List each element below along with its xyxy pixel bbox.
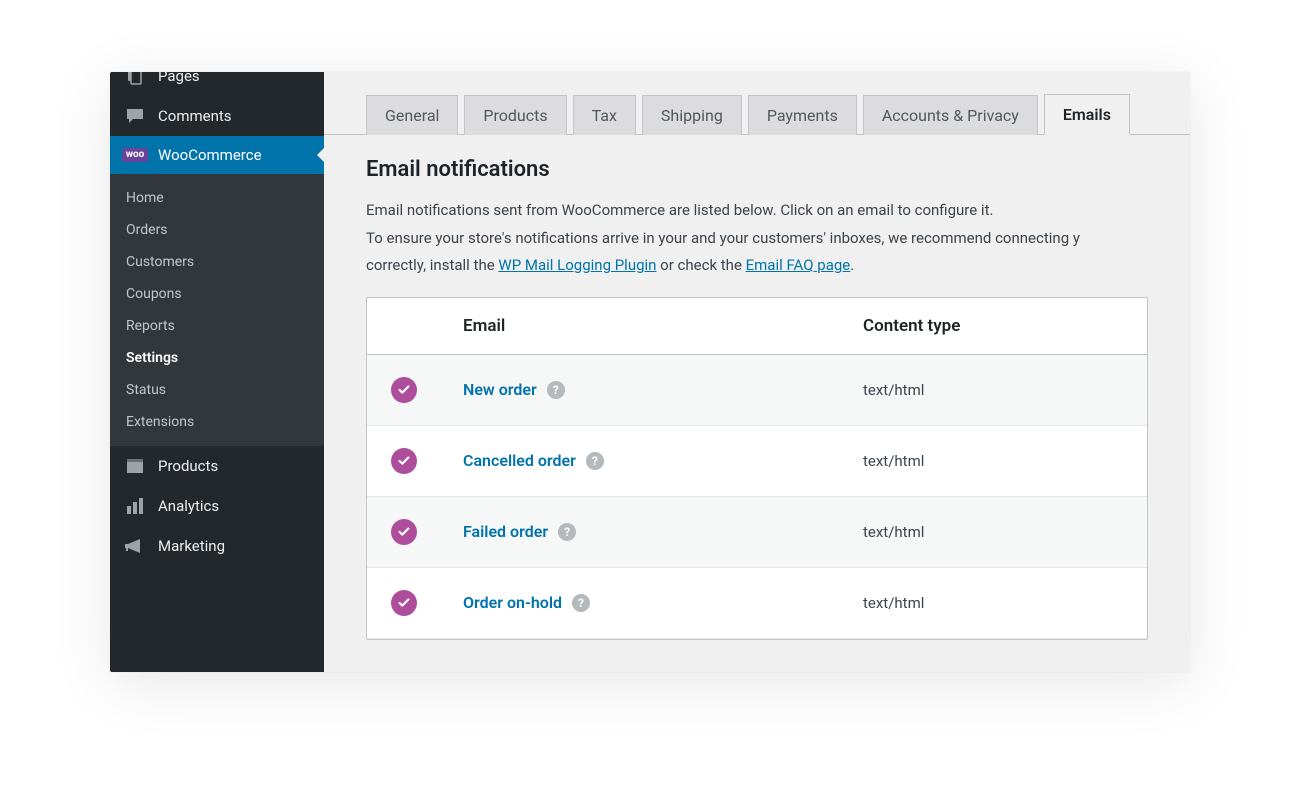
submenu-home[interactable]: Home [110, 182, 324, 214]
email-link[interactable]: New order [463, 380, 537, 399]
table-header: Email Content type [367, 298, 1147, 355]
status-enabled-icon [391, 590, 417, 616]
sidebar-item-pages[interactable]: Pages [110, 72, 324, 96]
submenu-orders[interactable]: Orders [110, 214, 324, 246]
admin-sidebar: Pages Comments woo WooCommerce Home Orde… [110, 72, 324, 672]
status-enabled-icon [391, 519, 417, 545]
email-settings-content: Email notifications Email notifications … [324, 135, 1190, 640]
tab-emails[interactable]: Emails [1044, 94, 1130, 135]
desc-text: or check the [656, 256, 745, 274]
desc-text: correctly, install the [366, 256, 498, 274]
sidebar-item-label: WooCommerce [158, 146, 262, 164]
description-line-2a: To ensure your store's notifications arr… [366, 226, 1148, 252]
tab-payments[interactable]: Payments [748, 95, 857, 135]
woo-badge: woo [122, 148, 149, 162]
email-link[interactable]: Failed order [463, 522, 548, 541]
sidebar-item-label: Analytics [158, 497, 219, 515]
marketing-icon [124, 536, 146, 556]
tab-shipping[interactable]: Shipping [642, 95, 742, 135]
sidebar-item-label: Comments [158, 107, 232, 125]
sidebar-item-products[interactable]: Products [110, 446, 324, 486]
description-line-2b: correctly, install the WP Mail Logging P… [366, 253, 1148, 279]
email-link[interactable]: Order on-hold [463, 593, 562, 612]
page-heading: Email notifications [366, 157, 1148, 182]
woocommerce-submenu: Home Orders Customers Coupons Reports Se… [110, 174, 324, 446]
content-type-value: text/html [863, 381, 1123, 399]
tab-tax[interactable]: Tax [573, 95, 636, 135]
woocommerce-icon: woo [124, 148, 146, 162]
email-table: Email Content type New order?text/htmlCa… [366, 297, 1148, 640]
sidebar-item-analytics[interactable]: Analytics [110, 486, 324, 526]
table-row[interactable]: New order? text/html [367, 355, 1147, 426]
submenu-extensions[interactable]: Extensions [110, 406, 324, 438]
description-line-1: Email notifications sent from WooCommerc… [366, 198, 1148, 224]
sidebar-item-woocommerce[interactable]: woo WooCommerce [110, 136, 324, 174]
help-icon[interactable]: ? [572, 594, 590, 612]
submenu-customers[interactable]: Customers [110, 246, 324, 278]
admin-window: Pages Comments woo WooCommerce Home Orde… [110, 72, 1190, 672]
desc-text: . [850, 256, 854, 274]
analytics-icon [124, 496, 146, 516]
content-type-value: text/html [863, 523, 1123, 541]
column-header-email: Email [463, 316, 863, 336]
link-email-faq[interactable]: Email FAQ page [746, 256, 851, 274]
sidebar-item-marketing[interactable]: Marketing [110, 526, 324, 566]
main-content: General Products Tax Shipping Payments A… [324, 72, 1190, 672]
sidebar-item-label: Products [158, 457, 218, 475]
column-header-content-type: Content type [863, 316, 1123, 336]
help-icon[interactable]: ? [558, 523, 576, 541]
submenu-settings[interactable]: Settings [110, 342, 324, 374]
submenu-reports[interactable]: Reports [110, 310, 324, 342]
table-row[interactable]: Failed order? text/html [367, 497, 1147, 568]
products-icon [124, 456, 146, 476]
pages-icon [124, 72, 146, 86]
table-row[interactable]: Order on-hold? text/html [367, 568, 1147, 639]
tab-products[interactable]: Products [464, 95, 566, 135]
help-icon[interactable]: ? [586, 452, 604, 470]
link-wp-mail-logging[interactable]: WP Mail Logging Plugin [498, 256, 656, 274]
submenu-coupons[interactable]: Coupons [110, 278, 324, 310]
email-link[interactable]: Cancelled order [463, 451, 576, 470]
content-type-value: text/html [863, 594, 1123, 612]
status-enabled-icon [391, 377, 417, 403]
table-row[interactable]: Cancelled order? text/html [367, 426, 1147, 497]
sidebar-item-label: Pages [158, 72, 200, 85]
tab-accounts-privacy[interactable]: Accounts & Privacy [863, 95, 1038, 135]
tab-general[interactable]: General [366, 95, 458, 135]
content-type-value: text/html [863, 452, 1123, 470]
help-icon[interactable]: ? [547, 381, 565, 399]
sidebar-item-label: Marketing [158, 537, 225, 555]
submenu-status[interactable]: Status [110, 374, 324, 406]
settings-tabs: General Products Tax Shipping Payments A… [324, 72, 1190, 135]
status-enabled-icon [391, 448, 417, 474]
comments-icon [124, 106, 146, 126]
table-body: New order? text/html Cancelled order? text/… [367, 355, 1147, 639]
sidebar-item-comments[interactable]: Comments [110, 96, 324, 136]
